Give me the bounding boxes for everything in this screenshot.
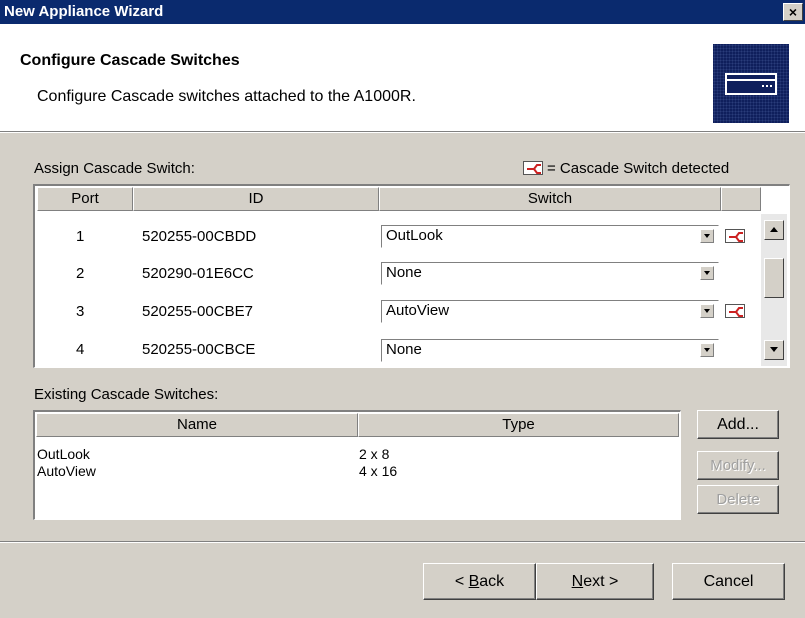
switch-select-value: OutLook [386, 227, 443, 244]
port-cell: 3 [76, 303, 85, 320]
existing-label: Existing Cascade Switches: [34, 386, 219, 403]
footer-divider [0, 541, 805, 543]
column-header-id[interactable]: ID [133, 187, 379, 211]
list-item-type: 4 x 16 [359, 463, 398, 479]
list-item-name[interactable]: AutoView [37, 463, 96, 479]
assign-label: Assign Cascade Switch: [34, 160, 195, 177]
existing-switches-list[interactable]: Name Type [33, 410, 681, 520]
next-button[interactable]: Next > [536, 563, 654, 600]
column-header-type[interactable]: Type [358, 413, 679, 437]
chevron-down-icon[interactable] [700, 266, 714, 280]
port-cell: 4 [76, 341, 85, 358]
scroll-up-button[interactable] [764, 220, 784, 240]
switch-select-value: None [386, 264, 422, 281]
cancel-button[interactable]: Cancel [672, 563, 785, 600]
header-divider [0, 131, 805, 133]
switch-select[interactable]: None [381, 262, 719, 285]
cascade-switch-icon [725, 304, 745, 318]
column-header-name[interactable]: Name [36, 413, 358, 437]
back-label: ack [479, 573, 505, 590]
cascade-switch-icon [523, 161, 543, 175]
appliance-icon [713, 44, 789, 123]
close-button[interactable]: × [783, 3, 803, 21]
back-mnemonic: B [468, 573, 480, 590]
cascade-legend-text: = Cascade Switch detected [547, 160, 730, 177]
switch-select[interactable]: None [381, 339, 719, 362]
page-title: Configure Cascade Switches [20, 52, 240, 69]
delete-button[interactable]: Delete [697, 485, 779, 514]
chevron-down-icon[interactable] [700, 229, 714, 243]
close-icon: × [788, 4, 798, 20]
id-cell: 520255-00CBCE [142, 341, 256, 358]
back-prefix: < [454, 573, 469, 590]
next-mnemonic: N [571, 573, 584, 590]
switch-select[interactable]: OutLook [381, 225, 719, 248]
cascade-switch-icon [725, 229, 745, 243]
add-button[interactable]: Add... [697, 410, 779, 439]
wizard-window: New Appliance Wizard × Configure Cascade… [0, 0, 805, 618]
wizard-header: Configure Cascade Switches Configure Cas… [0, 24, 805, 131]
switch-select-value: AutoView [386, 302, 450, 319]
switch-select-value: None [386, 341, 422, 358]
port-table-scrollbar[interactable] [761, 214, 787, 366]
next-label: ext > [583, 573, 619, 590]
id-cell: 520255-00CBE7 [142, 303, 253, 320]
column-header-port[interactable]: Port [37, 187, 133, 211]
list-item-type: 2 x 8 [359, 446, 390, 462]
title-bar[interactable]: New Appliance Wizard × [0, 0, 805, 24]
window-title: New Appliance Wizard [4, 3, 164, 20]
page-subtitle: Configure Cascade switches attached to t… [37, 88, 416, 105]
id-cell: 520290-01E6CC [142, 265, 254, 282]
chevron-down-icon[interactable] [700, 343, 714, 357]
switch-select[interactable]: AutoView [381, 300, 719, 323]
id-cell: 520255-00CBDD [142, 228, 257, 245]
port-cell: 2 [76, 265, 85, 282]
port-cell: 1 [76, 228, 85, 245]
column-header-switch[interactable]: Switch [379, 187, 721, 211]
list-item-name[interactable]: OutLook [37, 446, 90, 462]
back-button[interactable]: < Back [423, 563, 536, 600]
modify-button[interactable]: Modify... [697, 451, 779, 480]
scroll-thumb[interactable] [764, 258, 784, 298]
scroll-down-button[interactable] [764, 340, 784, 360]
column-header-spacer [721, 187, 761, 211]
chevron-down-icon[interactable] [700, 304, 714, 318]
